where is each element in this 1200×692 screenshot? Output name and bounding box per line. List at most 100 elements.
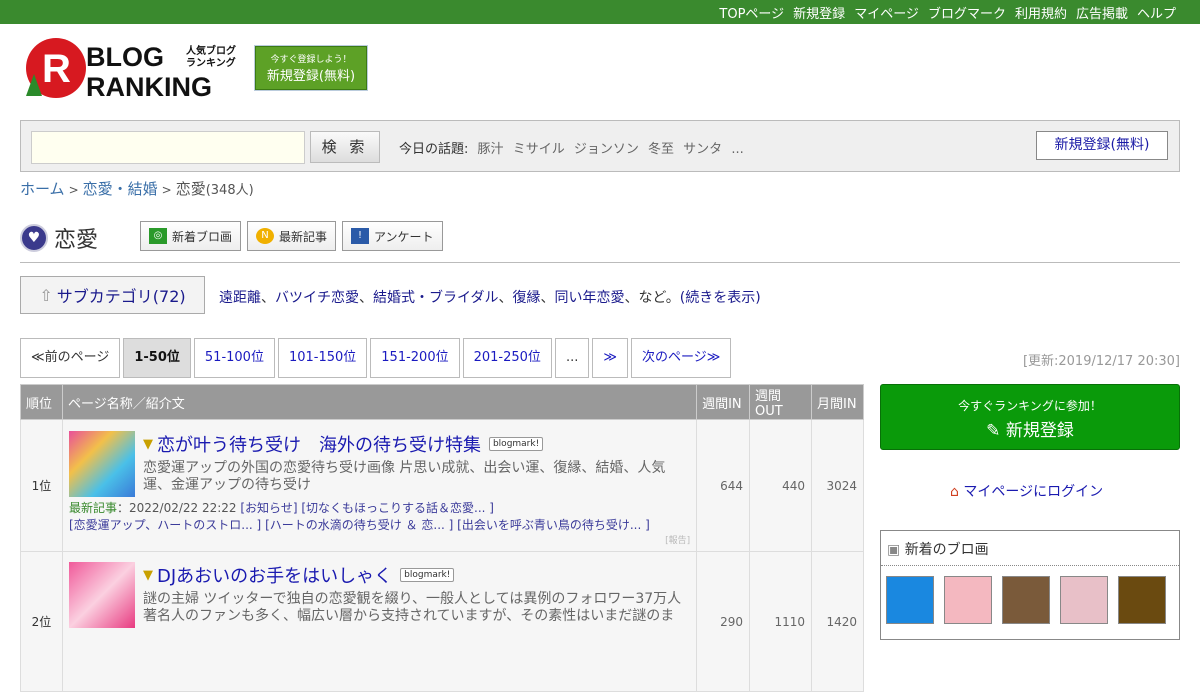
article-link[interactable]: [お知らせ] [240,501,297,515]
svg-text:R: R [42,47,71,91]
next-page[interactable]: 次のページ≫ [630,338,732,378]
nav-terms[interactable]: 利用規約 [1015,3,1067,22]
week-out: 440 [749,419,812,552]
topic-link[interactable]: ミサイル [513,142,565,157]
nav-help[interactable]: ヘルプ [1137,3,1176,22]
page-jump[interactable]: ≫ [592,338,628,378]
page-link[interactable]: 51-100位 [193,338,275,378]
search-input[interactable] [31,131,305,164]
new-images-button[interactable]: ◎ 新着ブロ画 [140,221,242,251]
todays-topics: 今日の話題: 豚汁 ミサイル ジョンソン 冬至 サンタ ... [399,138,744,157]
new-badge-icon: N [256,228,274,244]
page-current[interactable]: 1-50位 [123,338,191,378]
report-link[interactable]: [報告] [69,533,690,546]
blog-title-link[interactable]: DJあおいのお手をはいしゃく [157,562,392,588]
blog-description: 謎の主婦 ツイッターで独自の恋愛観を綴り、一般人としては異例のフォロワー37万人… [142,591,682,624]
subcategory-link[interactable]: 同い年恋愛 [554,290,624,306]
header-name: ページ名称／紹介文 [61,384,698,420]
nav-mypage[interactable]: マイページ [854,3,919,22]
camera-icon: ▣ [887,542,901,558]
latest-date: ：2022/02/22 22:22 [116,501,237,515]
blogmark-button[interactable]: blogmark! [488,437,544,451]
show-more-link[interactable]: (続きを表示) [680,290,761,306]
nav-register[interactable]: 新規登録 [793,3,845,22]
register-label: 新規登録(無料) [266,69,356,84]
join-label: 新規登録 [1005,421,1074,441]
svg-text:人気ブログ: 人気ブログ [186,44,236,57]
page-title: 恋愛 [54,228,99,253]
site-logo[interactable]: R BLOG RANKING 人気ブログ ランキング [20,36,242,102]
sidebar-register-button[interactable]: 今すぐランキングに参加！ ✎ 新規登録 [880,384,1180,450]
header-week-out: 週間OUT [749,384,812,420]
topic-link[interactable]: ジョンソン [574,142,639,157]
subcategory-label: サブカテゴリ(72) [56,287,186,306]
topic-link[interactable]: サンタ [683,142,722,157]
image-thumbnail[interactable] [944,576,992,624]
breadcrumb-current: 恋愛 [175,180,206,198]
register-tagline: 今すぐ登録しよう！ [270,55,352,65]
svg-text:RANKING: RANKING [86,72,212,100]
button-label: アンケート [374,229,434,244]
nav-top[interactable]: TOPページ [719,3,784,22]
breadcrumb-home[interactable]: ホーム [20,180,65,198]
page-link[interactable]: 101-150位 [277,338,368,378]
week-out: 1110 [749,551,812,692]
topic-link[interactable]: 冬至 [648,142,674,157]
breadcrumb-parent[interactable]: 恋愛・結婚 [83,180,158,198]
updated-time: [更新:2019/12/17 20:30] [1022,354,1180,369]
blog-thumbnail[interactable] [68,431,135,497]
page-ellipsis[interactable]: ... [554,338,590,378]
subcategory-link[interactable]: 復縁 [512,290,540,306]
prev-page[interactable]: ≪前のページ [20,338,121,378]
article-link[interactable]: [切なくもほっこりする話＆恋愛... ] [301,501,494,515]
latest-articles-button[interactable]: N 最新記事 [247,221,337,251]
pencil-icon: ✎ [986,421,1001,441]
subcategory-link[interactable]: 結婚式・ブライダル [373,290,498,306]
login-link[interactable]: マイページにログイン [963,484,1103,500]
image-thumbnail[interactable] [1118,576,1166,624]
page-link[interactable]: 151-200位 [370,338,460,378]
article-link[interactable]: [出会いを呼ぶ青い鳥の待ち受け... ] [457,518,650,532]
new-images-panel: ▣ 新着のブロ画 [880,530,1180,640]
month-in: 3024 [811,419,864,552]
house-icon: ⌂ [950,484,959,500]
divider [20,262,1180,263]
table-header: 順位 ページ名称／紹介文 週間IN 週間OUT 月間IN [20,384,864,420]
join-tagline: 今すぐランキングに参加！ [958,399,1102,413]
up-arrow-icon: ⇧ [39,285,53,305]
ranking-table: 順位 ページ名称／紹介文 週間IN 週間OUT 月間IN 1位 ▼ 恋が叶う待ち受… [20,384,864,692]
image-thumbnail[interactable] [1002,576,1050,624]
topic-link[interactable]: 豚汁 [478,142,504,157]
subcategory-link[interactable]: 遠距離 [219,290,261,306]
header-rank: 順位 [20,384,63,420]
search-button[interactable]: 検 索 [310,131,380,163]
breadcrumb: ホーム > 恋愛・結婚 > 恋愛(348人) [20,180,254,198]
search-register-button[interactable]: 新規登録(無料) [1036,131,1168,160]
image-thumbnail[interactable] [1060,576,1108,624]
subcategory-link[interactable]: バツイチ恋愛 [275,290,359,306]
page-link[interactable]: 201-250位 [462,338,552,378]
article-link[interactable]: [恋愛運アップ、ハートのストロ... ] [69,518,261,532]
subcategory-suffix: 、など。 [624,290,680,306]
blog-thumbnail[interactable] [68,562,135,628]
header-register-button[interactable]: 今すぐ登録しよう！ 新規登録(無料) [254,45,368,91]
header-week-in: 週間IN [696,384,751,420]
blog-title-link[interactable]: 恋が叶う待ち受け 海外の待ち受け特集 [157,431,481,457]
login-link-wrap: ⌂ マイページにログイン [950,481,1103,501]
week-in: 290 [696,551,751,692]
topics-label: 今日の話題: [399,142,469,157]
topic-more-link[interactable]: ... [731,142,743,157]
nav-ads[interactable]: 広告掲載 [1076,3,1128,22]
svg-text:ランキング: ランキング [186,56,236,69]
heart-category-icon: ♥ [20,224,48,252]
survey-button[interactable]: ! アンケート [342,221,443,251]
nav-blogmark[interactable]: ブログマーク [928,3,1006,22]
subcategory-button[interactable]: ⇧ サブカテゴリ(72) [20,276,205,314]
button-label: 新着ブロ画 [172,229,233,244]
rank: 2位 [20,551,63,692]
image-thumbnail[interactable] [886,576,934,624]
panel-title: 新着のブロ画 [904,542,989,558]
blogmark-button[interactable]: blogmark! [400,568,455,582]
article-link[interactable]: [ハートの水滴の待ち受け ＆ 恋... ] [265,518,453,532]
trophy-icon: ▼ [142,567,153,583]
